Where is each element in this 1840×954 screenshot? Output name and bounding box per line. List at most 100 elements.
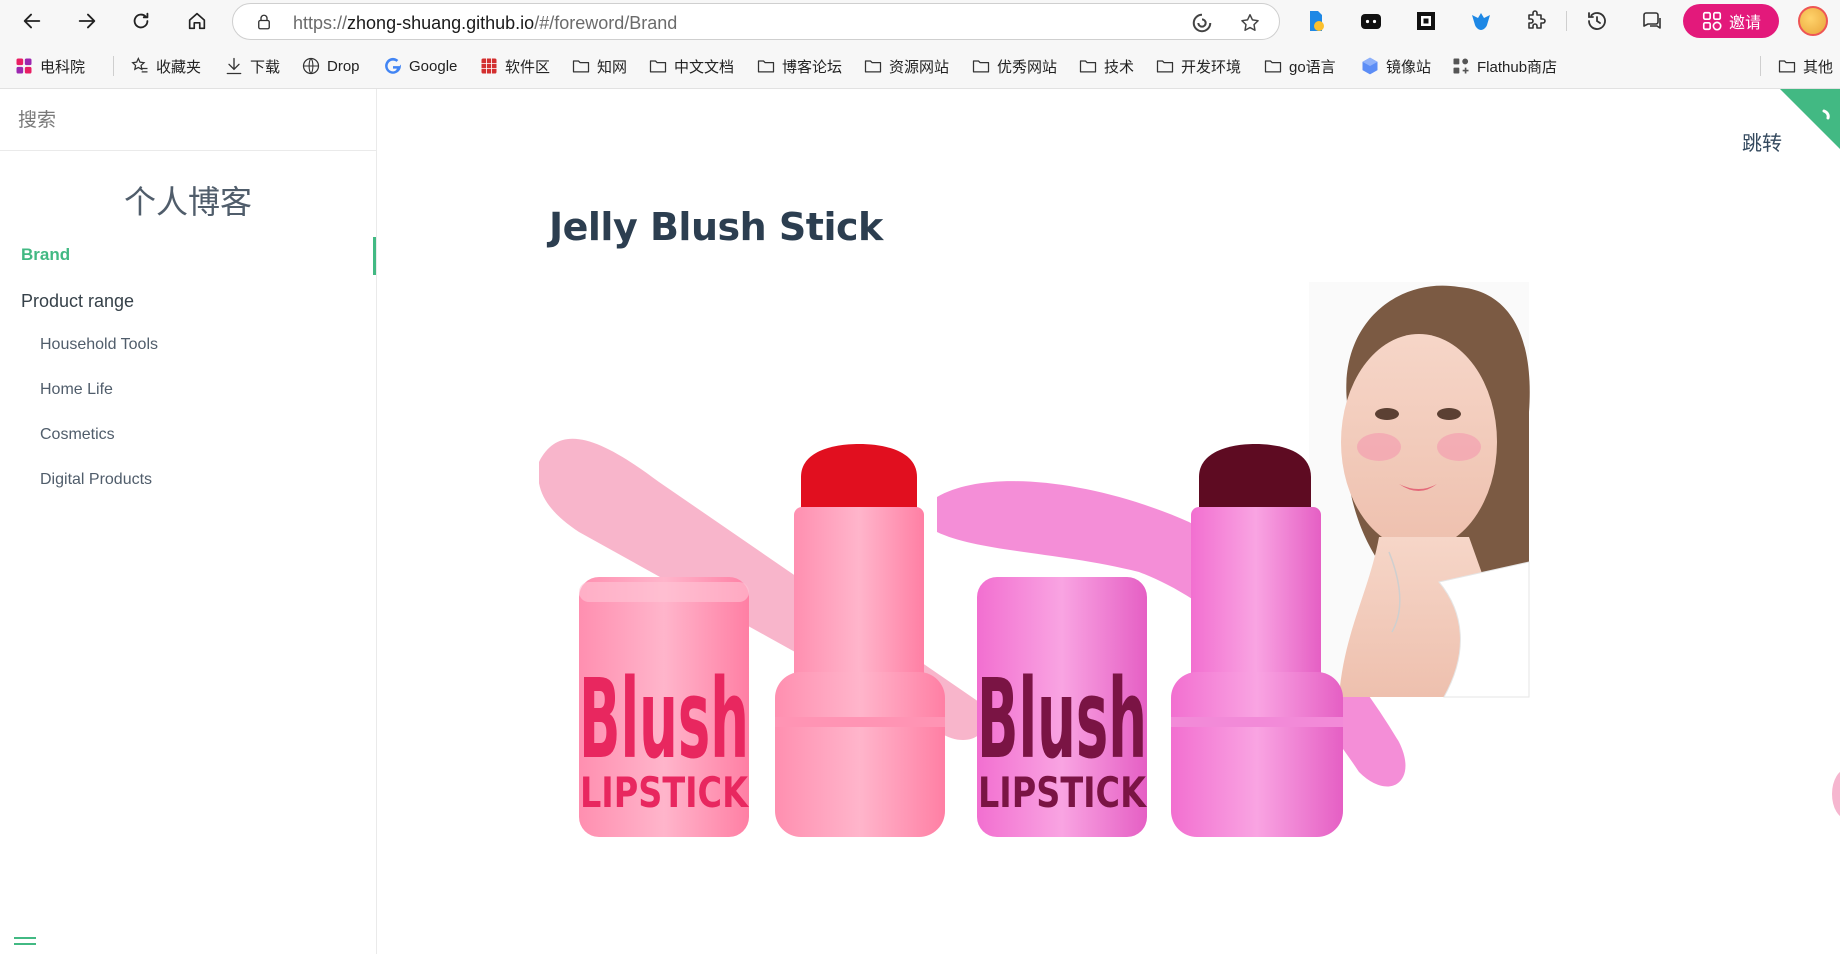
flathub-icon (1453, 58, 1469, 74)
extension-2-button[interactable] (1358, 8, 1384, 34)
bookmark-6[interactable]: 知网 (571, 54, 627, 78)
bookmark-14[interactable]: 镜像站 (1360, 54, 1431, 78)
bookmark-11[interactable]: 技术 (1078, 54, 1134, 78)
app-name[interactable]: 个人博客 (0, 177, 376, 223)
bluebird-icon (1472, 13, 1490, 30)
reload-icon (133, 12, 149, 29)
sidebar-item-brand[interactable]: Brand (21, 245, 70, 265)
profile-avatar[interactable] (1798, 6, 1828, 36)
search-input[interactable] (18, 104, 358, 136)
browser-toolbar: https://zhong-shuang.github.io/#/forewor… (0, 0, 1840, 42)
cap-word-bottom: LIPSTICK (978, 768, 1147, 817)
puzzle-icon (1528, 10, 1546, 29)
bookmark-label: 开发环境 (1181, 58, 1242, 76)
star-list-icon (131, 56, 148, 73)
read-aloud-icon[interactable] (1191, 12, 1213, 34)
bookmark-label: Google (409, 57, 458, 75)
bookmark-separator (1760, 56, 1761, 76)
google-icon (385, 57, 401, 74)
folder-icon (864, 60, 882, 73)
globe-icon (302, 57, 320, 75)
favorite-star-icon[interactable] (1239, 12, 1261, 34)
bookmark-2[interactable]: 下载 (224, 54, 280, 78)
active-indicator (373, 237, 376, 275)
invite-button[interactable]: 邀请 (1683, 4, 1779, 38)
model-photo (1309, 282, 1530, 698)
floating-bubble[interactable] (1832, 769, 1840, 819)
bookmark-label: Drop (327, 57, 360, 75)
bookmark-label: 软件区 (505, 58, 551, 76)
page-title: Jelly Blush Stick (549, 205, 883, 249)
history-button[interactable] (1584, 8, 1610, 34)
bookmarks-bar: 电科院 收藏夹 下载 Drop Google 软件区 知网 中文文档 博客论坛 … (0, 42, 1840, 89)
bookmark-label: 技术 (1104, 58, 1135, 76)
bookmark-16[interactable]: 其他 (1777, 54, 1833, 78)
sidebar-item-digital-products[interactable]: Digital Products (40, 471, 152, 489)
chat-icon (1643, 12, 1661, 29)
bookmark-label: 知网 (597, 58, 628, 76)
bookmark-0[interactable]: 电科院 (14, 54, 85, 78)
bookmark-label: 电科院 (40, 58, 86, 76)
bookmark-10[interactable]: 优秀网站 (971, 54, 1057, 78)
extensions-button[interactable] (1523, 8, 1549, 34)
magenta-cap: Blush LIPSTICK (977, 577, 1147, 837)
forward-button[interactable] (71, 6, 103, 36)
jump-link[interactable]: 跳转 (1742, 127, 1782, 156)
bookmark-1[interactable]: 收藏夹 (130, 54, 201, 78)
bookmark-4[interactable]: Google (383, 54, 457, 78)
arrow-left-icon (23, 13, 41, 29)
bookmark-3[interactable]: Drop (301, 54, 360, 78)
bookmark-9[interactable]: 资源网站 (863, 54, 949, 78)
bookmark-label: Flathub商店 (1477, 58, 1558, 76)
download-icon (226, 57, 242, 75)
github-corner-icon[interactable] (1780, 89, 1840, 149)
extension-4-button[interactable] (1468, 8, 1494, 34)
frame-extension-icon (1417, 12, 1435, 30)
bookmark-label: 资源网站 (889, 58, 950, 76)
search-container (0, 89, 376, 151)
pink-cap: Blush LIPSTICK (579, 577, 749, 837)
bookmark-12[interactable]: 开发环境 (1155, 54, 1241, 78)
red-grid-icon (481, 58, 497, 74)
home-icon (188, 12, 206, 30)
bookmark-label: 下载 (250, 58, 281, 76)
address-bar[interactable]: https://zhong-shuang.github.io/#/forewor… (232, 3, 1280, 40)
app-grid-icon (16, 58, 32, 74)
extension-3-button[interactable] (1413, 8, 1439, 34)
sidebar-item-cosmetics[interactable]: Cosmetics (40, 426, 115, 444)
bookmark-7[interactable]: 中文文档 (648, 54, 734, 78)
reload-button[interactable] (125, 6, 157, 36)
sidebar-section-product-range[interactable]: Product range (21, 291, 134, 312)
extension-1-button[interactable] (1303, 8, 1329, 34)
chat-button[interactable] (1639, 8, 1665, 34)
folder-icon (649, 60, 667, 73)
cap-word-bottom: LIPSTICK (580, 768, 749, 817)
url-host: zhong-shuang.github.io (347, 13, 535, 33)
folder-icon (757, 60, 775, 73)
bookmark-label: go语言 (1289, 58, 1336, 76)
bookmark-label: 其他 (1803, 58, 1834, 76)
folder-icon (1156, 60, 1174, 73)
bookmark-label: 收藏夹 (156, 58, 202, 76)
back-button[interactable] (16, 6, 48, 36)
doc-extension-icon (1310, 11, 1324, 31)
cap-word-top: Blush (579, 655, 749, 783)
bookmark-8[interactable]: 博客论坛 (756, 54, 842, 78)
home-button[interactable] (181, 6, 213, 36)
bookmark-5[interactable]: 软件区 (479, 54, 550, 78)
folder-icon (572, 60, 590, 73)
bookmark-label: 博客论坛 (782, 58, 843, 76)
bookmark-15[interactable]: Flathub商店 (1451, 54, 1557, 78)
sidebar: 个人博客 Brand Product range Household Tools… (0, 89, 377, 954)
product-image: Blush LIPSTICK Blush LIPSTICK (539, 282, 1530, 837)
sidebar-item-home-life[interactable]: Home Life (40, 381, 113, 399)
pink-stick (775, 444, 945, 837)
main-content: 跳转 Jelly Blush Stick Blush LIPSTICK Blus… (377, 89, 1840, 954)
lock-icon (258, 14, 270, 30)
sidebar-toggle-icon[interactable] (14, 937, 36, 949)
bookmark-13[interactable]: go语言 (1263, 54, 1336, 78)
sidebar-item-household-tools[interactable]: Household Tools (40, 336, 158, 354)
folder-icon (1264, 60, 1282, 73)
folder-icon (1079, 60, 1097, 73)
gift-grid-icon (1702, 11, 1722, 31)
